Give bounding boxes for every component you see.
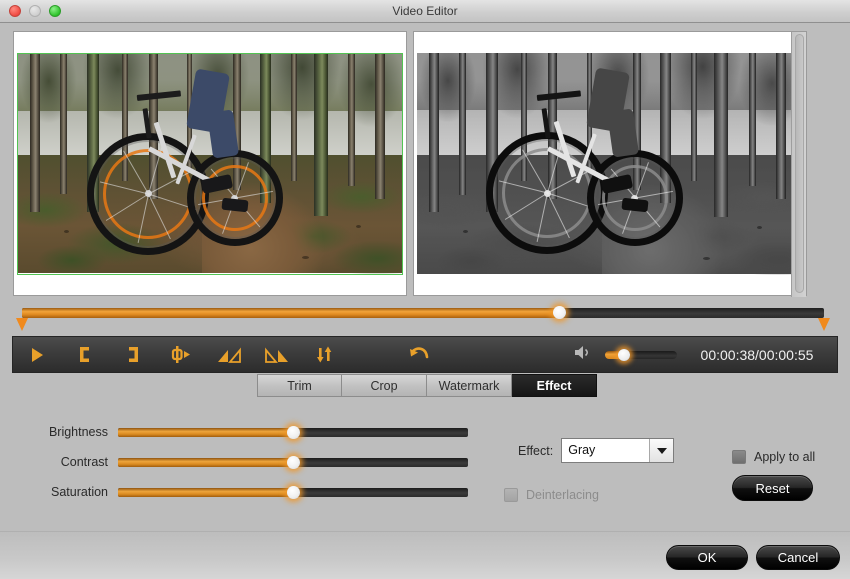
effect-label: Effect: [518, 444, 553, 458]
tab-watermark[interactable]: Watermark [427, 374, 512, 397]
timeline-scrubber[interactable] [22, 305, 824, 331]
volume-button[interactable] [563, 345, 603, 365]
original-preview-pane [13, 31, 407, 296]
trim-end-marker[interactable] [818, 318, 830, 331]
split-icon [171, 346, 191, 363]
flip-vertical-button[interactable] [301, 336, 349, 373]
split-button[interactable] [157, 336, 205, 373]
contrast-thumb[interactable] [287, 456, 300, 469]
rotate-left-button[interactable] [205, 336, 253, 373]
apply-to-all-row: Apply to all [732, 450, 815, 464]
rotate-right-button[interactable] [253, 336, 301, 373]
preview-scrollbar[interactable] [791, 32, 806, 297]
editor-toolbar: 00:00:38/00:00:55 [12, 336, 838, 373]
undo-button[interactable] [349, 336, 489, 373]
brightness-thumb[interactable] [287, 426, 300, 439]
editor-tabs: Trim Crop Watermark Effect [257, 374, 597, 397]
brightness-row: Brightness [28, 423, 468, 441]
time-display: 00:00:38/00:00:55 [677, 347, 837, 363]
preview-scrollbar-thumb[interactable] [795, 34, 804, 293]
contrast-row: Contrast [28, 453, 468, 471]
effect-selected-value: Gray [562, 439, 649, 462]
original-video-frame [17, 53, 403, 275]
deinterlacing-checkbox[interactable] [504, 488, 518, 502]
bicycle-rider-gray [417, 53, 803, 275]
play-icon [30, 347, 44, 363]
deinterlacing-row: Deinterlacing [504, 488, 599, 502]
effect-dropdown[interactable]: Gray [561, 438, 674, 463]
bicycle-rider [18, 54, 402, 274]
volume-slider[interactable] [605, 351, 677, 359]
saturation-slider[interactable] [118, 488, 468, 497]
bracket-right-icon [126, 346, 140, 363]
tab-trim[interactable]: Trim [257, 374, 342, 397]
apply-to-all-checkbox[interactable] [732, 450, 746, 464]
play-button[interactable] [13, 336, 61, 373]
saturation-row: Saturation [28, 483, 468, 501]
apply-to-all-label: Apply to all [754, 450, 815, 464]
timeline-track[interactable] [22, 308, 824, 318]
saturation-label: Saturation [28, 485, 118, 499]
tab-crop[interactable]: Crop [342, 374, 427, 397]
contrast-fill [118, 458, 293, 467]
window-title: Video Editor [0, 0, 850, 23]
reset-button[interactable]: Reset [732, 475, 813, 501]
cancel-button[interactable]: Cancel [756, 545, 840, 570]
brightness-label: Brightness [28, 425, 118, 439]
bracket-left-icon [78, 346, 92, 363]
volume-track[interactable] [605, 351, 677, 359]
set-end-button[interactable] [109, 336, 157, 373]
rotate-right-icon [265, 347, 289, 363]
video-editor-window: Video Editor [0, 0, 850, 579]
speaker-icon [574, 345, 592, 365]
saturation-fill [118, 488, 293, 497]
ok-button[interactable]: OK [666, 545, 748, 570]
saturation-thumb[interactable] [287, 486, 300, 499]
effect-preview-pane [413, 31, 807, 296]
effect-select-row: Effect: Gray [518, 438, 674, 463]
flip-vertical-icon [316, 346, 334, 363]
volume-thumb[interactable] [618, 349, 630, 361]
undo-icon [409, 346, 429, 363]
effect-video-frame [417, 53, 803, 275]
deinterlacing-label: Deinterlacing [526, 488, 599, 502]
contrast-slider[interactable] [118, 458, 468, 467]
brightness-fill [118, 428, 293, 437]
title-bar: Video Editor [0, 0, 850, 23]
set-start-button[interactable] [61, 336, 109, 373]
trim-start-marker[interactable] [16, 318, 28, 331]
timeline-fill [22, 308, 559, 318]
rotate-left-icon [217, 347, 241, 363]
brightness-slider[interactable] [118, 428, 468, 437]
contrast-label: Contrast [28, 455, 118, 469]
tab-effect[interactable]: Effect [512, 374, 597, 397]
chevron-down-icon[interactable] [649, 439, 673, 462]
preview-area [13, 31, 837, 296]
effect-settings-panel: Brightness Contrast Saturation [0, 400, 850, 531]
